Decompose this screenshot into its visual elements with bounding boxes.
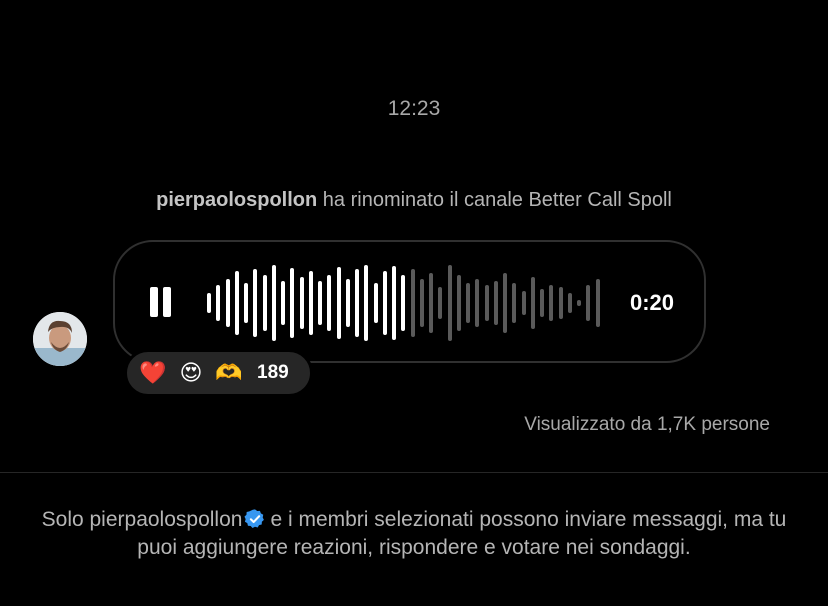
verified-badge-icon: [244, 509, 265, 528]
waveform-bar: [484, 285, 489, 321]
waveform-bar: [281, 281, 285, 325]
waveform-bar: [447, 265, 452, 341]
waveform-bar: [475, 279, 480, 327]
waveform-bar: [438, 287, 443, 319]
waveform-bar: [234, 271, 239, 335]
waveform-bar: [364, 265, 369, 341]
waveform-bar: [577, 299, 581, 307]
waveform-bar: [382, 271, 387, 335]
waveform-bar: [530, 277, 535, 329]
waveform-bar: [540, 289, 544, 317]
waveform-bar: [216, 285, 221, 321]
waveform-bar: [308, 271, 313, 335]
waveform-bar: [466, 283, 470, 323]
chat-timestamp: 12:23: [387, 97, 441, 120]
heart-eyes-reaction: 😍: [179, 360, 203, 385]
pause-button[interactable]: [150, 287, 174, 317]
heart-reaction: ❤️: [139, 360, 167, 385]
waveform-bar: [401, 275, 406, 331]
waveform-bar: [558, 287, 563, 319]
waveform-bar: [410, 269, 415, 337]
divider: [0, 472, 828, 473]
system-message-username[interactable]: pierpaolospollon: [156, 189, 317, 211]
system-message: pierpaolospollon ha rinominato il canale…: [0, 189, 828, 212]
waveform-bar: [271, 265, 276, 341]
voice-duration: 0:20: [629, 290, 674, 315]
waveform-bar: [244, 283, 248, 323]
waveform-bar: [493, 281, 498, 325]
waveform-bar: [373, 283, 378, 323]
waveform-bar: [207, 293, 211, 313]
waveform-bar: [429, 273, 433, 333]
channel-permissions-notice: Solo pierpaolospollon e i membri selezio…: [30, 506, 798, 562]
notice-prefix: Solo pierpaolospollon: [41, 508, 243, 531]
waveform-bar: [512, 283, 517, 323]
avatar[interactable]: [33, 312, 87, 366]
reactions-pill[interactable]: ❤️ 😍 🫶 189: [124, 349, 313, 397]
waveform-bar: [299, 277, 304, 329]
waveform-bar: [345, 279, 350, 327]
waveform-bar: [253, 269, 258, 337]
system-message-text: ha rinominato il canale Better Call Spol…: [322, 189, 672, 211]
waveform-bar: [262, 275, 267, 331]
reactions-count: 189: [257, 362, 289, 383]
waveform-bar: [567, 293, 572, 313]
waveform-bar: [225, 279, 230, 327]
waveform-bar: [456, 275, 461, 331]
voice-message-bubble[interactable]: 0:20: [113, 240, 706, 363]
waveform-bar: [595, 279, 600, 327]
waveform[interactable]: [207, 242, 607, 361]
waveform-bar: [355, 269, 359, 337]
waveform-bar: [327, 275, 332, 331]
waveform-bar: [336, 267, 341, 339]
waveform-bar: [521, 291, 526, 315]
waveform-bar: [419, 279, 424, 327]
waveform-bar: [503, 273, 507, 333]
pause-icon: [150, 287, 158, 317]
waveform-bar: [549, 285, 554, 321]
waveform-bar: [392, 266, 396, 340]
seen-by-label[interactable]: Visualizzato da 1,7K persone: [524, 414, 770, 436]
heart-hands-reaction: 🫶: [215, 360, 243, 385]
waveform-bar: [318, 281, 322, 325]
waveform-bar: [586, 285, 591, 321]
waveform-bar: [290, 267, 295, 339]
